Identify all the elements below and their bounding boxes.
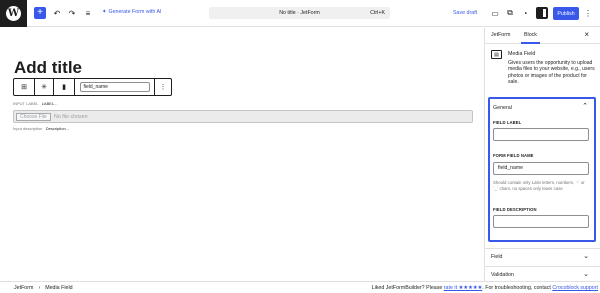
- wordpress-logo-button[interactable]: W: [0, 0, 27, 27]
- shortcut-hint: Ctrl+K: [370, 10, 385, 16]
- field-panel-title: Field: [491, 254, 503, 260]
- breadcrumb-item[interactable]: Media Field: [45, 285, 72, 291]
- generate-form-ai-button[interactable]: ✦ Generate Form with AI: [102, 9, 161, 15]
- rating-notice-middle: . For troubleshooting, contact: [482, 285, 551, 291]
- field-description-input[interactable]: [493, 215, 589, 228]
- breadcrumb-item[interactable]: JetForm: [14, 285, 33, 291]
- field-panel[interactable]: Field ⌄: [485, 248, 600, 264]
- chevron-down-icon: ⌄: [583, 271, 589, 278]
- editor-footer: JetForm › Media Field Liked JetFormBuilder…: [0, 281, 600, 293]
- view-icon[interactable]: ▭: [489, 7, 501, 19]
- field-name-input[interactable]: field_name: [79, 82, 150, 92]
- file-status: No file chosen: [54, 114, 88, 120]
- breadcrumb-separator: ›: [38, 285, 41, 291]
- form-field-name-title: FORM FIELD NAME: [493, 153, 534, 158]
- field-description-title: FIELD DESCRIPTION: [493, 207, 537, 212]
- select-parent-icon[interactable]: ⊞: [14, 79, 35, 95]
- more-options-icon[interactable]: ⋮: [155, 79, 171, 95]
- editor-canvas: Add title ⊞ ✳ ▮ field_name ⋮ INPUT LABEL…: [0, 28, 484, 281]
- file-input[interactable]: Choose File No file chosen: [13, 110, 473, 123]
- chevron-up-icon[interactable]: ⌃: [582, 102, 588, 110]
- field-label-input[interactable]: [493, 128, 589, 141]
- undo-icon[interactable]: ↶: [51, 7, 63, 19]
- required-toggle-icon[interactable]: ✳: [35, 79, 54, 95]
- generate-form-ai-label: Generate Form with AI: [108, 9, 162, 15]
- external-link-icon[interactable]: ⧉: [504, 7, 516, 19]
- input-label-value[interactable]: LABEL...: [42, 101, 58, 106]
- tab-jetform[interactable]: JetForm: [491, 32, 510, 38]
- general-panel-title[interactable]: General: [493, 105, 512, 111]
- block-type-icon[interactable]: ▮: [54, 79, 75, 95]
- rate-link[interactable]: rate it ★★★★★: [444, 285, 482, 291]
- input-description-row: Input description Description...: [13, 126, 69, 131]
- editor-top-bar: W + ↶ ↷ ≡ ✦ Generate Form with AI No titl…: [0, 0, 600, 27]
- document-title: No title · JetForm: [279, 10, 320, 16]
- rating-notice-prefix: Liked JetFormBuilder? Please: [371, 285, 443, 291]
- list-view-icon[interactable]: ≡: [82, 7, 94, 19]
- plugin-icon[interactable]: ◔: [519, 7, 531, 19]
- rating-notice: Liked JetFormBuilder? Please rate it ★★★…: [372, 285, 598, 291]
- sidebar-tabs: JetForm Block ×: [485, 28, 600, 44]
- form-field-name-input[interactable]: field_name: [493, 162, 589, 175]
- validation-panel[interactable]: Validation ⌄: [485, 266, 600, 282]
- add-block-button[interactable]: +: [34, 7, 46, 19]
- validation-panel-title: Validation: [491, 272, 514, 278]
- settings-sidebar-toggle-icon[interactable]: [536, 7, 548, 19]
- breadcrumb: JetForm › Media Field: [14, 285, 73, 291]
- media-field-icon: ▤: [491, 50, 502, 59]
- block-name: Media Field: [508, 51, 536, 57]
- input-label-key: INPUT LABEL: [13, 101, 39, 106]
- form-field-name-help: Should contain only Latin letters, numbe…: [493, 180, 585, 191]
- tab-block[interactable]: Block: [521, 32, 540, 44]
- input-description-value[interactable]: Description...: [46, 126, 69, 131]
- close-icon[interactable]: ×: [584, 30, 589, 39]
- field-label-title: FIELD LABEL: [493, 120, 522, 125]
- options-icon[interactable]: ⋮: [582, 7, 594, 19]
- chevron-down-icon: ⌄: [583, 253, 589, 260]
- input-label-row: INPUT LABEL LABEL...: [13, 101, 57, 106]
- general-panel: General ⌃ FIELD LABEL FORM FIELD NAME fi…: [488, 97, 596, 242]
- wordpress-icon: W: [6, 6, 21, 21]
- input-description-key: Input description: [13, 126, 43, 131]
- settings-sidebar: JetForm Block × ▤ Media Field Gives user…: [484, 28, 600, 281]
- publish-button[interactable]: Publish: [553, 7, 579, 20]
- post-title[interactable]: Add title: [14, 58, 82, 78]
- support-link[interactable]: Crocoblock support: [552, 285, 598, 291]
- command-palette-bar[interactable]: No title · JetForm Ctrl+K: [209, 7, 390, 19]
- choose-file-button[interactable]: Choose File: [16, 113, 51, 121]
- magic-wand-icon: ✦: [102, 9, 107, 15]
- block-description: Gives users the opportunity to upload me…: [508, 60, 595, 85]
- save-draft-button[interactable]: Save draft: [453, 10, 477, 16]
- redo-icon[interactable]: ↷: [66, 7, 78, 19]
- block-toolbar: ⊞ ✳ ▮ field_name ⋮: [13, 78, 172, 96]
